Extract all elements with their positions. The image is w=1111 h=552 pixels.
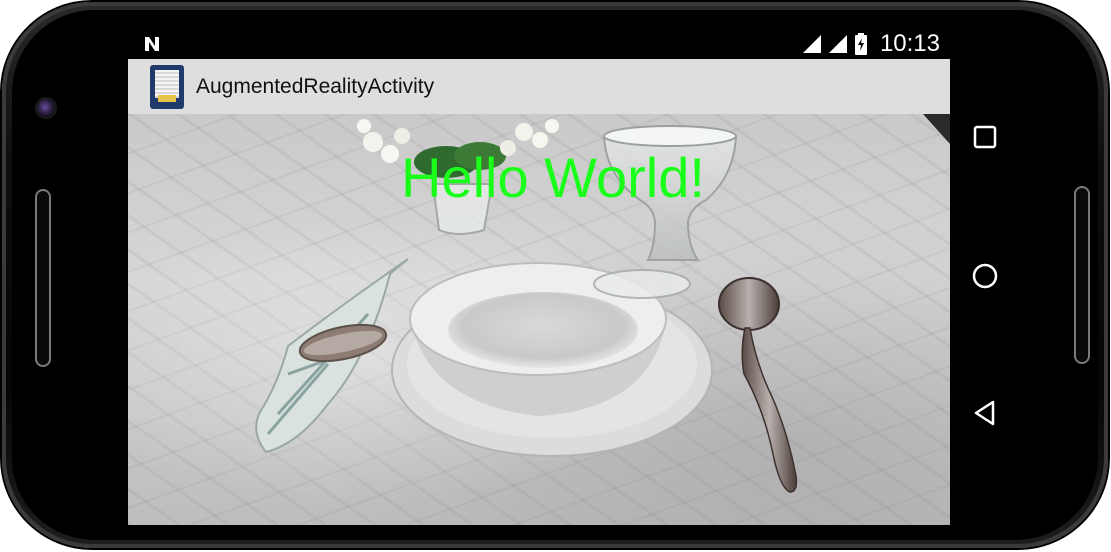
spoon-handle (741, 327, 798, 493)
device-screen: 10:13 AugmentedRealityActivity Hello Wor… (128, 28, 950, 525)
n-icon (145, 37, 159, 51)
speaker-grille-right (1074, 186, 1090, 364)
ar-overlay-text: Hello World! (401, 146, 705, 209)
bowl-inside (448, 292, 638, 368)
signal-icon (802, 35, 821, 53)
back-icon (974, 400, 995, 426)
spoon-bowl (718, 277, 780, 331)
app-icon[interactable] (150, 64, 184, 109)
battery-icon (854, 33, 867, 55)
front-camera-icon (37, 99, 55, 117)
home-button[interactable] (958, 249, 1012, 303)
back-button[interactable] (958, 386, 1012, 440)
camera-preview[interactable]: Hello World! (128, 114, 950, 525)
recents-icon (973, 125, 997, 149)
app-title: AugmentedRealityActivity (196, 74, 435, 98)
signal-icon (828, 35, 847, 53)
wall-corner (923, 114, 950, 144)
app-toolbar: AugmentedRealityActivity (128, 59, 950, 114)
navigation-bar (958, 110, 1012, 440)
wine-glass-rim (603, 125, 737, 147)
recents-button[interactable] (958, 110, 1012, 164)
wine-glass-base (593, 269, 691, 299)
status-icons: 10:13 (802, 30, 940, 58)
app-icon-tag (158, 94, 176, 102)
status-bar: 10:13 (128, 28, 950, 59)
speaker-grille-left (35, 189, 51, 367)
status-clock: 10:13 (879, 30, 940, 57)
app-icon-paper (155, 69, 179, 98)
home-icon (972, 263, 998, 289)
